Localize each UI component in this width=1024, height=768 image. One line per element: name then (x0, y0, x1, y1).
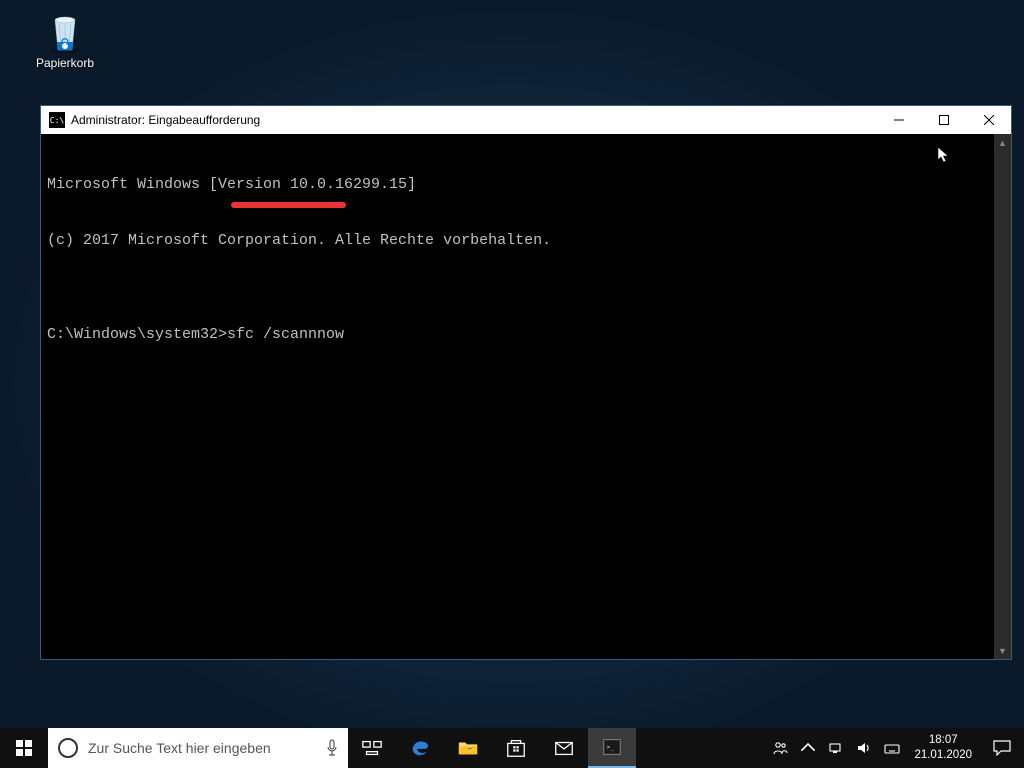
terminal-line: (c) 2017 Microsoft Corporation. Alle Rec… (47, 232, 991, 251)
minimize-button[interactable] (876, 106, 921, 134)
clock-date: 21.01.2020 (914, 748, 972, 763)
mail-button[interactable] (540, 728, 588, 768)
system-tray: 18:07 21.01.2020 (766, 728, 1024, 768)
scroll-down-icon[interactable]: ▼ (994, 642, 1011, 659)
people-icon[interactable] (766, 728, 794, 768)
start-button[interactable] (0, 728, 48, 768)
window-title: Administrator: Eingabeaufforderung (71, 113, 260, 127)
taskbar-clock[interactable]: 18:07 21.01.2020 (906, 728, 980, 768)
edge-browser-button[interactable] (396, 728, 444, 768)
microphone-icon[interactable] (316, 739, 348, 757)
store-button[interactable] (492, 728, 540, 768)
titlebar[interactable]: C:\ Administrator: Eingabeaufforderung (41, 106, 1011, 134)
highlight-underline (231, 202, 346, 208)
network-icon[interactable] (822, 728, 850, 768)
scroll-up-icon[interactable]: ▲ (994, 134, 1011, 151)
svg-text:>_: >_ (607, 743, 615, 751)
recycle-bin-label: Papierkorb (30, 56, 100, 70)
file-explorer-button[interactable] (444, 728, 492, 768)
maximize-button[interactable] (921, 106, 966, 134)
search-placeholder: Zur Suche Text hier eingeben (88, 740, 316, 756)
cmd-icon: C:\ (49, 112, 65, 128)
terminal-line: C:\Windows\system32>sfc /scannnow (47, 326, 991, 345)
keyboard-icon[interactable] (878, 728, 906, 768)
scrollbar[interactable]: ▲ ▼ (994, 134, 1011, 659)
terminal-output: Microsoft Windows [Version 10.0.16299.15… (47, 138, 991, 382)
command-prompt-window: C:\ Administrator: Eingabeaufforderung M… (40, 105, 1012, 660)
cortana-icon (58, 738, 78, 758)
terminal-body[interactable]: Microsoft Windows [Version 10.0.16299.15… (41, 134, 1011, 659)
action-center-button[interactable] (980, 728, 1024, 768)
recycle-bin[interactable]: Papierkorb (30, 10, 100, 70)
terminal-line: Microsoft Windows [Version 10.0.16299.15… (47, 176, 991, 195)
search-box[interactable]: Zur Suche Text hier eingeben (48, 728, 348, 768)
close-button[interactable] (966, 106, 1011, 134)
taskbar-cmd-button[interactable]: >_ (588, 728, 636, 768)
task-view-button[interactable] (348, 728, 396, 768)
clock-time: 18:07 (929, 733, 958, 748)
tray-overflow-icon[interactable] (794, 728, 822, 768)
volume-icon[interactable] (850, 728, 878, 768)
taskbar: Zur Suche Text hier eingeben (0, 728, 1024, 768)
recycle-bin-icon (45, 10, 85, 54)
